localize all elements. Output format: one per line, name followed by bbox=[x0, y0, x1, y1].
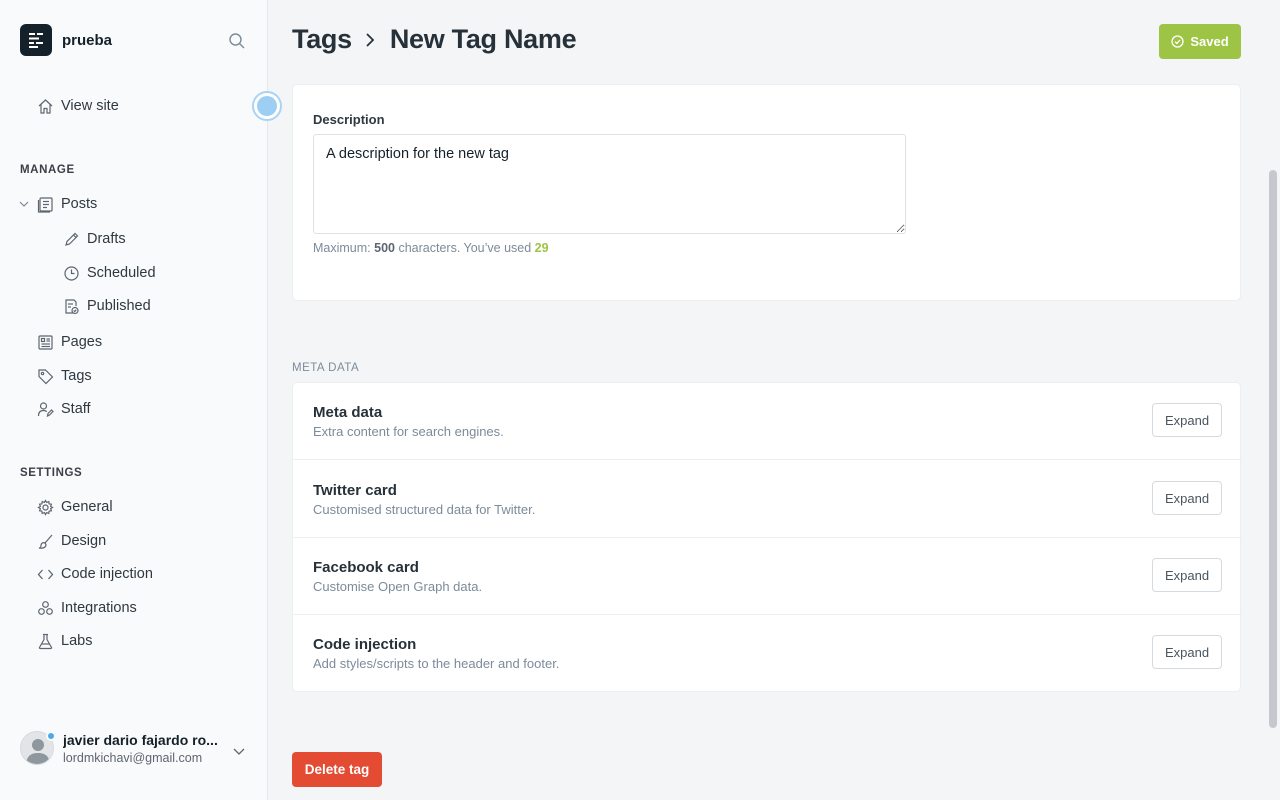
meta-row-meta-data: Meta data Extra content for search engin… bbox=[293, 383, 1242, 460]
code-icon bbox=[36, 565, 54, 583]
scrollbar-thumb[interactable] bbox=[1269, 170, 1277, 728]
nav-staff-label: Staff bbox=[61, 401, 91, 417]
meta-card: Meta data Extra content for search engin… bbox=[292, 382, 1242, 692]
nav-scheduled[interactable]: Scheduled bbox=[62, 261, 156, 285]
user-email: lordmkichavi@gmail.com bbox=[63, 750, 203, 765]
flask-icon bbox=[36, 632, 54, 650]
meta-row-code-injection: Code injection Add styles/scripts to the… bbox=[293, 615, 1242, 692]
nav-view-site-label: View site bbox=[61, 98, 119, 114]
posts-collapse-chevron-icon[interactable] bbox=[18, 197, 32, 211]
nav-labs-label: Labs bbox=[61, 633, 93, 649]
nav-code-injection[interactable]: Code injection bbox=[36, 562, 153, 586]
sidebar: prueba View site MANAGE Posts Drafts Sch… bbox=[0, 0, 268, 800]
nav-labs[interactable]: Labs bbox=[36, 629, 92, 653]
manage-section-label: MANAGE bbox=[20, 164, 75, 176]
saved-label: Saved bbox=[1190, 34, 1229, 49]
nav-published-label: Published bbox=[87, 298, 151, 314]
nav-design-label: Design bbox=[61, 533, 107, 549]
home-icon bbox=[36, 97, 54, 115]
nav-tags[interactable]: Tags bbox=[36, 364, 92, 388]
settings-section-label: SETTINGS bbox=[20, 467, 83, 479]
hint-mid: characters. You’ve used bbox=[394, 241, 535, 255]
site-name: prueba bbox=[62, 31, 113, 49]
meta-row-subtitle: Extra content for search engines. bbox=[313, 424, 504, 439]
meta-row-subtitle: Customise Open Graph data. bbox=[313, 579, 483, 594]
pencil-icon bbox=[62, 230, 80, 248]
nav-view-site[interactable]: View site bbox=[36, 94, 119, 118]
nav-posts[interactable]: Posts bbox=[36, 192, 97, 216]
nav-general-label: General bbox=[61, 499, 113, 515]
staff-icon bbox=[36, 400, 54, 418]
delete-tag-button[interactable]: Delete tag bbox=[292, 752, 382, 787]
tag-icon bbox=[36, 367, 54, 385]
nav-tags-label: Tags bbox=[61, 368, 92, 384]
meta-row-title: Twitter card bbox=[313, 482, 397, 499]
check-circle-icon bbox=[1171, 35, 1184, 48]
user-name: javier dario fajardo ro... bbox=[63, 731, 218, 748]
search-icon[interactable] bbox=[226, 30, 248, 52]
posts-icon bbox=[36, 195, 54, 213]
meta-row-subtitle: Customised structured data for Twitter. bbox=[313, 502, 536, 517]
meta-section-label: META DATA bbox=[292, 362, 360, 374]
user-menu[interactable]: javier dario fajardo ro... lordmkichavi@… bbox=[20, 731, 225, 765]
nav-code-injection-label: Code injection bbox=[61, 566, 153, 582]
scrollbar[interactable] bbox=[1266, 0, 1280, 800]
nav-pages-label: Pages bbox=[61, 334, 103, 350]
nav-design[interactable]: Design bbox=[36, 529, 106, 553]
hint-prefix: Maximum: bbox=[313, 241, 375, 255]
gear-icon bbox=[36, 498, 54, 516]
published-icon bbox=[62, 297, 80, 315]
nav-published[interactable]: Published bbox=[62, 294, 151, 318]
pulse-dot bbox=[257, 96, 277, 116]
nav-integrations[interactable]: Integrations bbox=[36, 596, 137, 620]
chevron-down-icon[interactable] bbox=[232, 744, 248, 760]
saved-button[interactable]: Saved bbox=[1159, 24, 1241, 59]
nav-general[interactable]: General bbox=[36, 495, 113, 519]
nav-integrations-label: Integrations bbox=[61, 600, 137, 616]
nav-drafts[interactable]: Drafts bbox=[62, 227, 126, 251]
nav-drafts-label: Drafts bbox=[87, 231, 126, 247]
clock-icon bbox=[62, 264, 80, 282]
meta-row-twitter-card: Twitter card Customised structured data … bbox=[293, 461, 1242, 538]
integrations-icon bbox=[36, 599, 54, 617]
breadcrumb: Tags New Tag Name bbox=[292, 24, 577, 55]
nav-posts-label: Posts bbox=[61, 196, 98, 212]
onboarding-pulse-indicator[interactable] bbox=[252, 91, 282, 121]
expand-meta-data-button[interactable]: Expand bbox=[1152, 403, 1222, 437]
meta-row-title: Meta data bbox=[313, 404, 383, 421]
expand-facebook-card-button[interactable]: Expand bbox=[1152, 558, 1222, 592]
description-label: Description bbox=[313, 112, 385, 127]
brush-icon bbox=[36, 532, 54, 550]
description-textarea[interactable]: A description for the new tag bbox=[313, 134, 906, 234]
nav-staff[interactable]: Staff bbox=[36, 397, 91, 421]
nav-pages[interactable]: Pages bbox=[36, 330, 102, 354]
breadcrumb-tags-link[interactable]: Tags bbox=[292, 24, 352, 55]
online-status-dot bbox=[46, 731, 56, 741]
description-hint: Maximum: 500 characters. You’ve used 29 bbox=[313, 241, 549, 255]
brand[interactable]: prueba bbox=[20, 24, 112, 56]
site-logo-icon bbox=[20, 24, 52, 56]
expand-code-injection-button[interactable]: Expand bbox=[1152, 635, 1222, 669]
hint-used-count: 29 bbox=[534, 241, 549, 255]
hint-max: 500 bbox=[374, 241, 395, 255]
chevron-right-icon bbox=[364, 31, 376, 49]
expand-twitter-card-button[interactable]: Expand bbox=[1152, 481, 1222, 515]
page-title: New Tag Name bbox=[389, 24, 577, 54]
meta-row-subtitle: Add styles/scripts to the header and foo… bbox=[313, 656, 560, 671]
pages-icon bbox=[36, 333, 54, 351]
description-card: Description A description for the new ta… bbox=[292, 84, 1241, 301]
meta-row-title: Facebook card bbox=[313, 559, 419, 576]
meta-row-title: Code injection bbox=[313, 636, 417, 653]
meta-row-facebook-card: Facebook card Customise Open Graph data.… bbox=[293, 538, 1242, 615]
nav-scheduled-label: Scheduled bbox=[87, 265, 156, 281]
